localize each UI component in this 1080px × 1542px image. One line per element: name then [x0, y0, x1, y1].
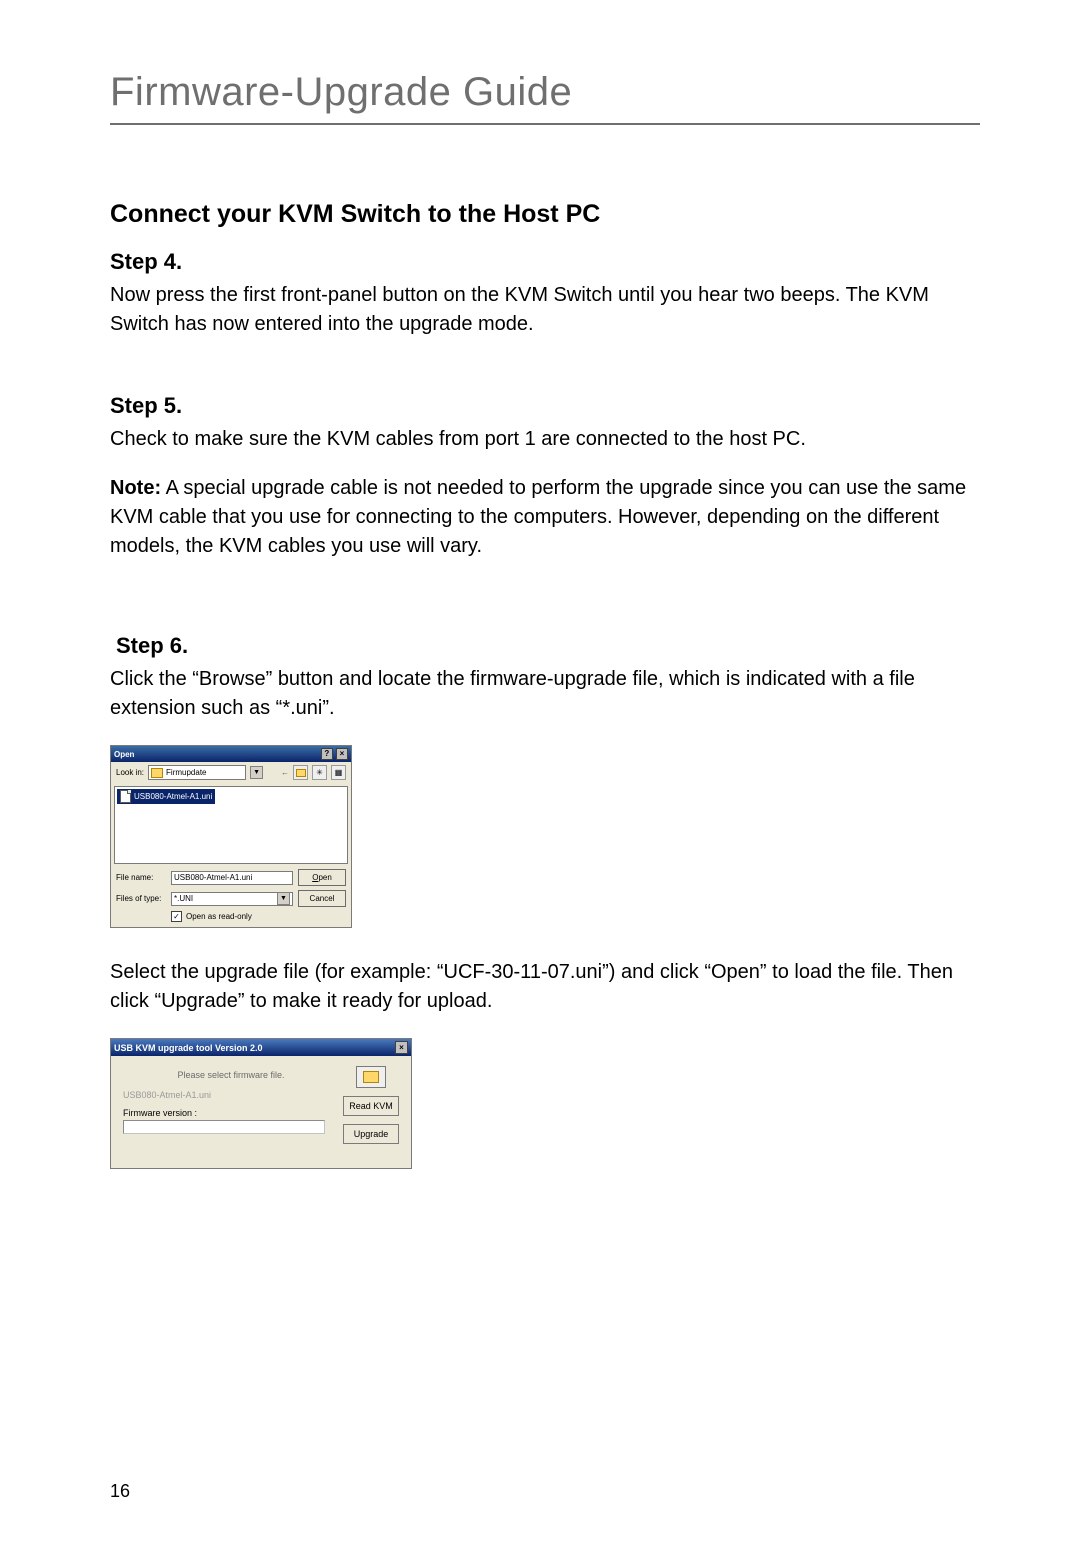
document-page: Firmware-Upgrade Guide Connect your KVM …: [0, 0, 1080, 1542]
upgrade-tool-screenshot: USB KVM upgrade tool Version 2.0 × Pleas…: [110, 1038, 412, 1169]
open-dialog-screenshot: Open ? × Look in: Firmupdate ▼ ← ✳ ▦ USB…: [110, 745, 352, 928]
page-title: Firmware-Upgrade Guide: [110, 70, 980, 125]
window-buttons: ? ×: [320, 748, 348, 760]
chevron-down-icon[interactable]: ▼: [277, 892, 290, 905]
step5-heading: Step 5.: [110, 393, 980, 419]
page-number: 16: [110, 1481, 130, 1502]
step4-heading: Step 4.: [110, 249, 980, 275]
open-dialog-toolbar: Look in: Firmupdate ▼ ← ✳ ▦: [111, 762, 351, 783]
help-icon[interactable]: ?: [321, 748, 333, 760]
note-text: A special upgrade cable is not needed to…: [110, 477, 966, 557]
new-folder-icon[interactable]: ✳: [312, 765, 327, 780]
tool-titlebar: USB KVM upgrade tool Version 2.0 ×: [111, 1039, 411, 1056]
step4-text: Now press the first front-panel button o…: [110, 281, 980, 339]
readonly-label: Open as read-only: [186, 912, 252, 921]
firmware-version-field[interactable]: [123, 1120, 325, 1134]
step5-text: Check to make sure the KVM cables from p…: [110, 425, 980, 454]
tool-prompt: Please select firmware file.: [151, 1070, 311, 1080]
step6-text1: Click the “Browse” button and locate the…: [110, 665, 980, 723]
step5-note: Note: A special upgrade cable is not nee…: [110, 474, 980, 561]
file-icon: [120, 790, 131, 803]
tool-title: USB KVM upgrade tool Version 2.0: [114, 1043, 263, 1053]
filetype-label: Files of type:: [116, 894, 166, 903]
back-icon[interactable]: ←: [281, 768, 289, 777]
open-button[interactable]: Open: [298, 869, 346, 886]
upgrade-button[interactable]: Upgrade: [343, 1124, 399, 1144]
folder-icon: [151, 768, 163, 778]
step6-heading: Step 6.: [116, 633, 980, 659]
section-heading: Connect your KVM Switch to the Host PC: [110, 200, 980, 229]
filename-label: File name:: [116, 873, 166, 882]
cancel-button[interactable]: Cancel: [298, 890, 346, 907]
filetype-combo[interactable]: *.UNI ▼: [171, 892, 293, 906]
open-dialog-titlebar: Open ? ×: [111, 746, 351, 762]
selected-file[interactable]: USB080-Atmel-A1.uni: [117, 789, 215, 804]
note-label: Note:: [110, 477, 161, 499]
up-folder-icon[interactable]: [293, 765, 308, 780]
chevron-down-icon[interactable]: ▼: [250, 766, 263, 779]
lookin-label: Look in:: [116, 768, 144, 777]
close-icon[interactable]: ×: [336, 748, 348, 760]
file-list-area[interactable]: USB080-Atmel-A1.uni: [114, 786, 348, 864]
read-kvm-button[interactable]: Read KVM: [343, 1096, 399, 1116]
lookin-combo[interactable]: Firmupdate: [148, 765, 246, 780]
folder-icon: [363, 1071, 379, 1083]
readonly-checkbox[interactable]: ✓: [171, 911, 182, 922]
filename-field[interactable]: USB080-Atmel-A1.uni: [171, 871, 293, 885]
lookin-value: Firmupdate: [166, 768, 206, 777]
open-dialog-title: Open: [114, 750, 134, 759]
browse-button[interactable]: [356, 1066, 386, 1088]
views-icon[interactable]: ▦: [331, 765, 346, 780]
step6-text2: Select the upgrade file (for example: “U…: [110, 958, 980, 1016]
close-icon[interactable]: ×: [395, 1041, 408, 1054]
